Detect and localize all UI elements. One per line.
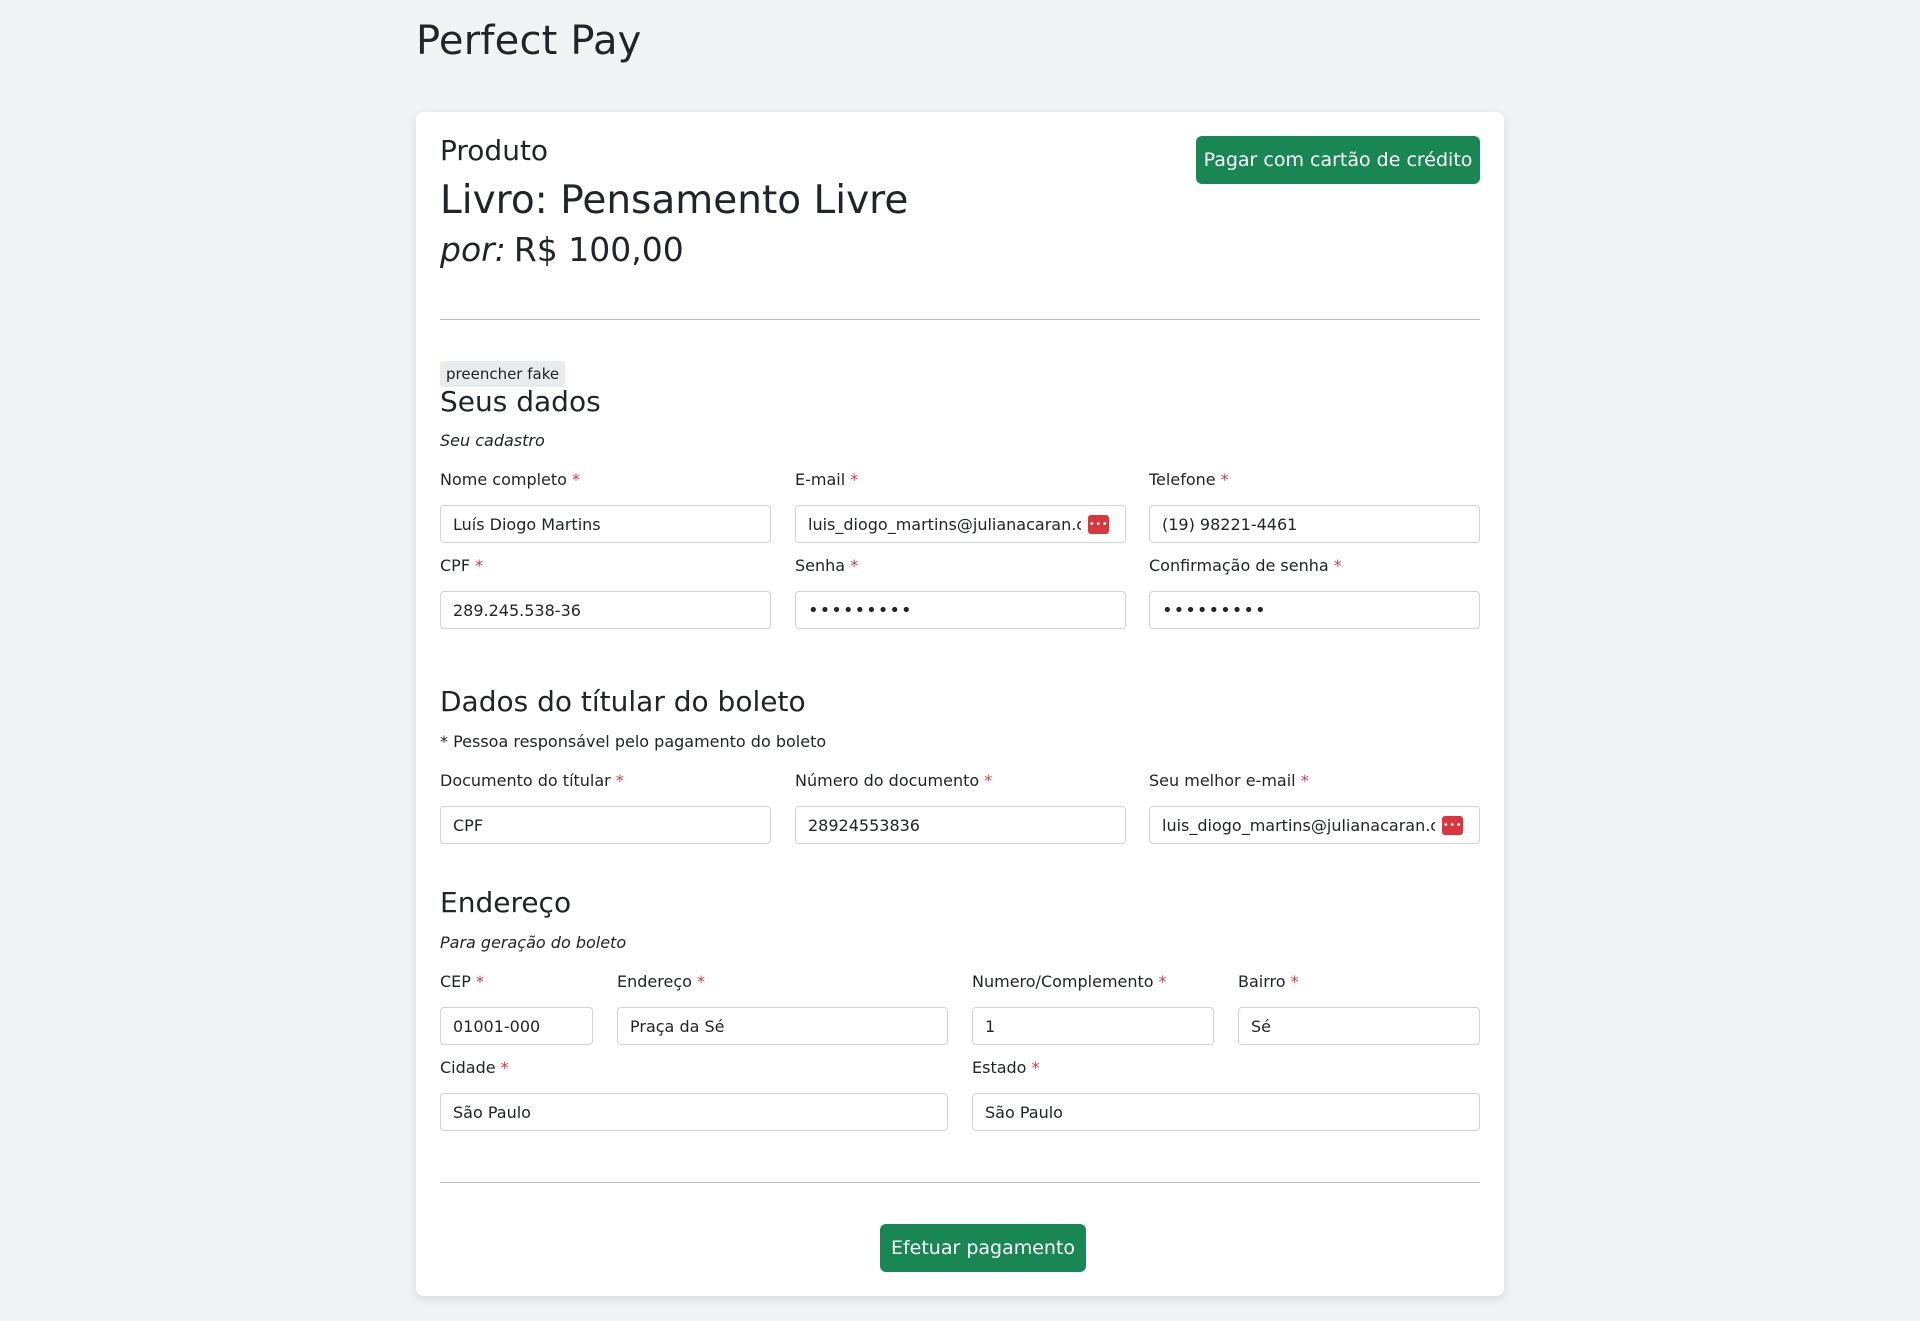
label-documento-titular: Documento do títular * xyxy=(440,771,624,790)
password-manager-icon[interactable]: ••• xyxy=(1442,816,1463,835)
numero-documento-input[interactable] xyxy=(796,807,1125,843)
field-email: E-mail * ••• xyxy=(795,469,1126,543)
cep-input[interactable] xyxy=(441,1008,592,1044)
fill-fake-button[interactable]: preencher fake xyxy=(440,361,566,387)
senha-input[interactable] xyxy=(796,592,1125,628)
section-subtitle-endereco: Para geração do boleto xyxy=(440,933,627,952)
field-confirmacao-senha: Confirmação de senha * xyxy=(1149,555,1480,629)
bairro-input[interactable] xyxy=(1239,1008,1479,1044)
field-cpf: CPF * xyxy=(440,555,771,629)
divider xyxy=(440,319,1480,320)
field-endereco: Endereço * xyxy=(617,971,948,1045)
telefone-input[interactable] xyxy=(1150,506,1479,542)
email-input[interactable] xyxy=(796,506,1125,542)
field-estado: Estado * xyxy=(972,1057,1480,1131)
cpf-input[interactable] xyxy=(441,592,770,628)
label-email: E-mail * xyxy=(795,470,859,489)
submit-payment-button[interactable]: Efetuar pagamento xyxy=(880,1224,1086,1272)
section-subtitle-seus-dados: Seu cadastro xyxy=(440,431,545,450)
label-cep: CEP * xyxy=(440,972,485,991)
label-cpf: CPF * xyxy=(440,556,484,575)
estado-input[interactable] xyxy=(973,1094,1479,1130)
field-telefone: Telefone * xyxy=(1149,469,1480,543)
label-nome: Nome completo * xyxy=(440,470,581,489)
password-manager-icon[interactable]: ••• xyxy=(1088,515,1109,534)
product-price: por: R$ 100,00 xyxy=(440,230,684,269)
field-documento-titular: Documento do títular * xyxy=(440,770,771,844)
divider xyxy=(440,1182,1480,1183)
card-content: Produto Livro: Pensamento Livre por: R$ 1… xyxy=(440,112,1480,1296)
field-cep: CEP * xyxy=(440,971,593,1045)
nome-input[interactable] xyxy=(441,506,770,542)
field-melhor-email: Seu melhor e-mail * ••• xyxy=(1149,770,1480,844)
label-numero: Numero/Complemento * xyxy=(972,972,1167,991)
field-bairro: Bairro * xyxy=(1238,971,1480,1045)
app-title: Perfect Pay xyxy=(416,18,642,64)
section-subtitle-titular: * Pessoa responsável pelo pagamento do b… xyxy=(440,732,827,751)
label-cidade: Cidade * xyxy=(440,1058,509,1077)
checkout-card: Produto Livro: Pensamento Livre por: R$ 1… xyxy=(416,112,1504,1296)
documento-titular-input[interactable] xyxy=(441,807,770,843)
section-title-endereco: Endereço xyxy=(440,886,572,919)
field-cidade: Cidade * xyxy=(440,1057,948,1131)
section-title-seus-dados: Seus dados xyxy=(440,385,601,418)
label-senha: Senha * xyxy=(795,556,859,575)
field-nome: Nome completo * xyxy=(440,469,771,543)
melhor-email-input[interactable] xyxy=(1150,807,1479,843)
product-name: Livro: Pensamento Livre xyxy=(440,178,909,223)
endereco-input[interactable] xyxy=(618,1008,947,1044)
confirmacao-senha-input[interactable] xyxy=(1150,592,1479,628)
price-prefix: por: xyxy=(440,230,506,269)
label-telefone: Telefone * xyxy=(1149,470,1229,489)
label-endereco: Endereço * xyxy=(617,972,705,991)
label-confirmacao-senha: Confirmação de senha * xyxy=(1149,556,1342,575)
label-estado: Estado * xyxy=(972,1058,1040,1077)
price-value: R$ 100,00 xyxy=(513,230,684,269)
section-title-titular: Dados do títular do boleto xyxy=(440,685,806,718)
label-melhor-email: Seu melhor e-mail * xyxy=(1149,771,1309,790)
field-senha: Senha * xyxy=(795,555,1126,629)
label-bairro: Bairro * xyxy=(1238,972,1299,991)
cidade-input[interactable] xyxy=(441,1094,947,1130)
pay-credit-card-button[interactable]: Pagar com cartão de crédito xyxy=(1196,136,1480,184)
field-numero: Numero/Complemento * xyxy=(972,971,1214,1045)
label-numero-documento: Número do documento * xyxy=(795,771,993,790)
numero-input[interactable] xyxy=(973,1008,1213,1044)
product-label: Produto xyxy=(440,134,549,167)
field-numero-documento: Número do documento * xyxy=(795,770,1126,844)
